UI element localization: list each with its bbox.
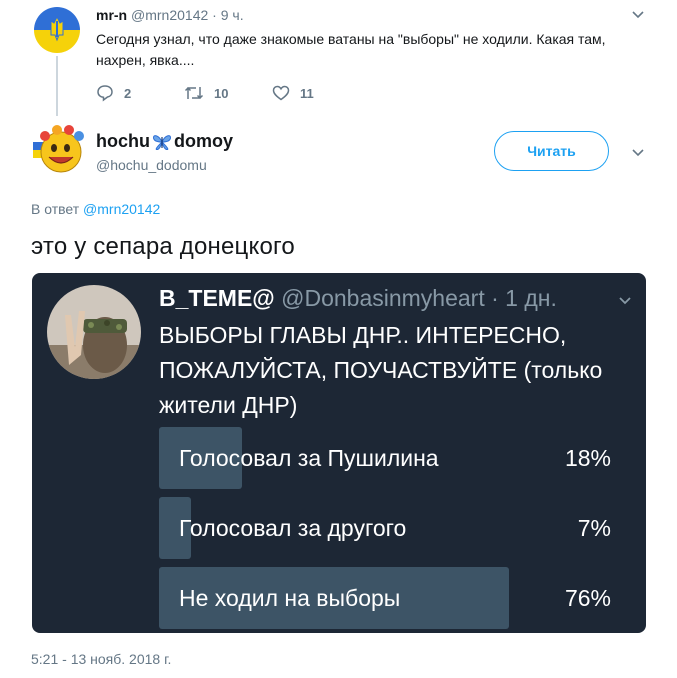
poll-option-percent: 76% [564,584,611,611]
embedded-tweet-time: 1 дн. [505,285,557,311]
ukraine-trident-flag-avatar [34,7,80,53]
poll-option-label: Не ходил на выборы [179,584,401,611]
tweet-timestamp[interactable]: 5:21 - 13 нояб. 2018 г. [31,651,171,667]
poll-option: Голосовал за другого 7% [159,497,619,559]
reply-icon [97,85,113,102]
main-tweet-text: это у сепара донецкого [31,233,295,260]
embedded-tweet-header: B_TEME@ @Donbasinmyheart · 1 дн. [159,285,557,312]
main-author-handle[interactable]: @hochu_dodomu [96,157,207,173]
main-author-name[interactable]: hochu domoy [96,131,233,152]
heart-icon [272,85,290,101]
embedded-poll-image[interactable]: B_TEME@ @Donbasinmyheart · 1 дн. ВЫБОРЫ … [32,273,646,633]
parent-tweet-time[interactable]: 9 ч. [221,7,244,23]
like-button[interactable]: 11 [272,84,360,102]
main-author-avatar[interactable] [31,122,85,176]
embedded-author-name: B_TEME@ [159,285,275,311]
reply-count: 2 [124,85,132,101]
poll-option-percent: 18% [564,444,611,471]
smiley-ukraine-avatar [33,125,84,173]
separator-dot: · [491,285,499,311]
parent-tweet-actions: 2 10 11 [96,84,360,102]
author-name-part1: hochu [96,131,150,151]
author-name-part2: domoy [174,131,234,151]
parent-tweet[interactable]: mr-n @mrn20142 · 9 ч. Сегодня узнал, что… [0,0,677,118]
reply-handle-link[interactable]: @mrn20142 [83,201,160,217]
separator-dot: · [212,7,217,23]
like-count: 11 [300,85,314,101]
embedded-author-handle: @Donbasinmyheart [281,285,485,311]
embedded-author-avatar [47,285,141,379]
chevron-down-icon[interactable] [630,145,646,161]
embedded-tweet-text: ВЫБОРЫ ГЛАВЫ ДНР.. ИНТЕРЕСНО, ПОЖАЛУЙСТА… [159,322,603,418]
poll-option: Не ходил на выборы 76% [159,567,619,629]
poll-option: Голосовал за Пушилина 18% [159,427,619,489]
poll-option-label: Голосовал за другого [179,514,407,541]
retweet-count: 10 [214,85,229,101]
chevron-down-icon [619,297,631,305]
reply-context: В ответ @mrn20142 [31,201,160,217]
poll-option-label: Голосовал за Пушилина [179,444,439,471]
parent-author-name[interactable]: mr-n [96,7,127,23]
retweet-button[interactable]: 10 [184,84,272,102]
parent-author-handle[interactable]: @mrn20142 [131,7,208,23]
follow-button[interactable]: Читать [494,131,609,171]
retweet-icon [184,86,204,100]
peace-sign-avatar-photo [47,285,141,379]
reply-button[interactable]: 2 [96,84,184,102]
parent-avatar[interactable] [34,7,80,53]
butterfly-icon [153,134,171,150]
parent-tweet-header: mr-n @mrn20142 · 9 ч. [96,7,244,23]
poll: Голосовал за Пушилина 18% Голосовал за д… [159,427,619,633]
chevron-down-icon[interactable] [630,7,646,23]
poll-option-percent: 7% [577,514,611,541]
parent-tweet-text: Сегодня узнал, что даже знакомые ватаны … [96,31,606,68]
thread-connector-line [56,56,58,116]
reply-prefix: В ответ [31,201,80,217]
